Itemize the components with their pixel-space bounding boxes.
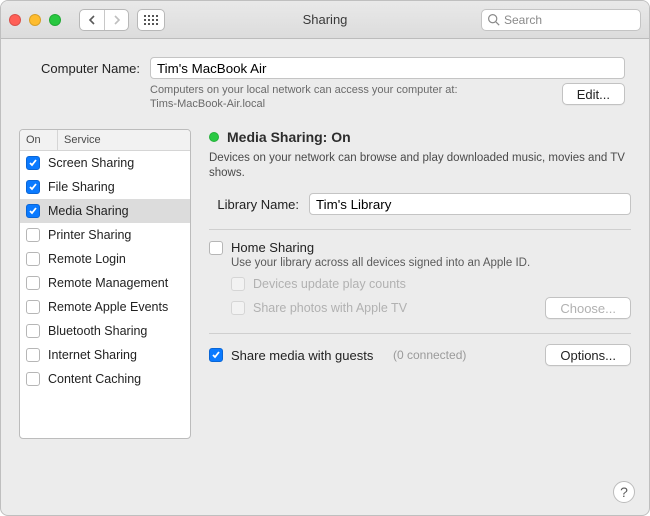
back-button[interactable] [80, 10, 104, 30]
service-checkbox[interactable] [26, 252, 40, 266]
share-guests-checkbox[interactable] [209, 348, 223, 362]
nav-backforward [79, 9, 129, 31]
service-checkbox[interactable] [26, 372, 40, 386]
service-label: Printer Sharing [48, 228, 184, 242]
library-name-input[interactable] [309, 193, 631, 215]
main-grid: On Service Screen Sharing File Sharing Med… [19, 129, 631, 503]
separator [209, 229, 631, 230]
service-label: Media Sharing [48, 204, 184, 218]
choose-photos-button: Choose... [545, 297, 631, 319]
service-row[interactable]: File Sharing [20, 175, 190, 199]
share-guests-label: Share media with guests [231, 348, 373, 363]
service-checkbox[interactable] [26, 228, 40, 242]
home-sharing-label: Home Sharing [231, 240, 314, 255]
service-checkbox[interactable] [26, 276, 40, 290]
computer-name-row: Computer Name: [25, 57, 625, 79]
edit-hostname-button[interactable]: Edit... [562, 83, 625, 105]
service-row[interactable]: Content Caching [20, 367, 190, 391]
search-wrap [481, 9, 641, 31]
status-dot-icon [209, 132, 219, 142]
search-input[interactable] [481, 9, 641, 31]
service-label: Bluetooth Sharing [48, 324, 184, 338]
home-sharing-checkbox[interactable] [209, 241, 223, 255]
grid-icon [144, 15, 158, 25]
titlebar: Sharing [1, 1, 649, 39]
service-row[interactable]: Internet Sharing [20, 343, 190, 367]
service-label: File Sharing [48, 180, 184, 194]
col-service: Service [58, 130, 190, 150]
status-text: Media Sharing: On [227, 129, 351, 145]
computer-name-input[interactable] [150, 57, 625, 79]
share-guests-row: Share media with guests (0 connected) Op… [209, 344, 631, 366]
service-checkbox[interactable] [26, 204, 40, 218]
services-header: On Service [20, 130, 190, 151]
col-on: On [20, 130, 58, 150]
sub-photos-label: Share photos with Apple TV [253, 301, 407, 315]
status-desc: Devices on your network can browse and p… [209, 151, 631, 181]
service-row[interactable]: Bluetooth Sharing [20, 319, 190, 343]
sub-photos-checkbox [231, 301, 245, 315]
window-controls [9, 14, 61, 26]
service-label: Remote Management [48, 276, 184, 290]
home-sharing-row: Home Sharing [209, 240, 631, 255]
status-row: Media Sharing: On [209, 129, 631, 145]
service-label: Remote Login [48, 252, 184, 266]
service-checkbox[interactable] [26, 180, 40, 194]
search-icon [487, 13, 500, 26]
computer-name-label: Computer Name: [25, 61, 140, 76]
minimize-icon[interactable] [29, 14, 41, 26]
library-name-row: Library Name: [209, 193, 631, 215]
sub-photos-row: Share photos with Apple TV Choose... [231, 297, 631, 319]
service-row[interactable]: Media Sharing [20, 199, 190, 223]
separator-2 [209, 333, 631, 334]
service-row[interactable]: Remote Apple Events [20, 295, 190, 319]
sub-playcounts-label: Devices update play counts [253, 277, 406, 291]
forward-button[interactable] [104, 10, 128, 30]
service-checkbox[interactable] [26, 348, 40, 362]
service-row[interactable]: Remote Management [20, 271, 190, 295]
guest-options-button[interactable]: Options... [545, 344, 631, 366]
service-checkbox[interactable] [26, 300, 40, 314]
services-list: On Service Screen Sharing File Sharing Med… [19, 129, 191, 439]
service-row[interactable]: Printer Sharing [20, 223, 190, 247]
computer-name-subtext: Computers on your local network can acce… [150, 83, 562, 111]
guests-count: (0 connected) [393, 348, 466, 362]
services-body: Screen Sharing File Sharing Media Sharing P… [20, 151, 190, 391]
computer-name-subrow: Computers on your local network can acce… [25, 83, 625, 111]
service-label: Remote Apple Events [48, 300, 184, 314]
service-checkbox[interactable] [26, 324, 40, 338]
sharing-preferences-window: Sharing Computer Name: Computers on your… [0, 0, 650, 516]
help-button[interactable]: ? [613, 481, 635, 503]
detail-panel: Media Sharing: On Devices on your networ… [209, 129, 631, 503]
service-label: Screen Sharing [48, 156, 184, 170]
body: Computer Name: Computers on your local n… [1, 39, 649, 515]
service-row[interactable]: Remote Login [20, 247, 190, 271]
sub-playcounts-row: Devices update play counts [231, 277, 631, 291]
library-name-label: Library Name: [209, 197, 299, 212]
show-all-button[interactable] [137, 9, 165, 31]
zoom-icon[interactable] [49, 14, 61, 26]
home-sharing-subchecks: Devices update play counts Share photos … [231, 277, 631, 319]
service-checkbox[interactable] [26, 156, 40, 170]
service-row[interactable]: Screen Sharing [20, 151, 190, 175]
service-label: Content Caching [48, 372, 184, 386]
sub-playcounts-checkbox [231, 277, 245, 291]
home-sharing-desc: Use your library across all devices sign… [231, 257, 631, 269]
close-icon[interactable] [9, 14, 21, 26]
service-label: Internet Sharing [48, 348, 184, 362]
